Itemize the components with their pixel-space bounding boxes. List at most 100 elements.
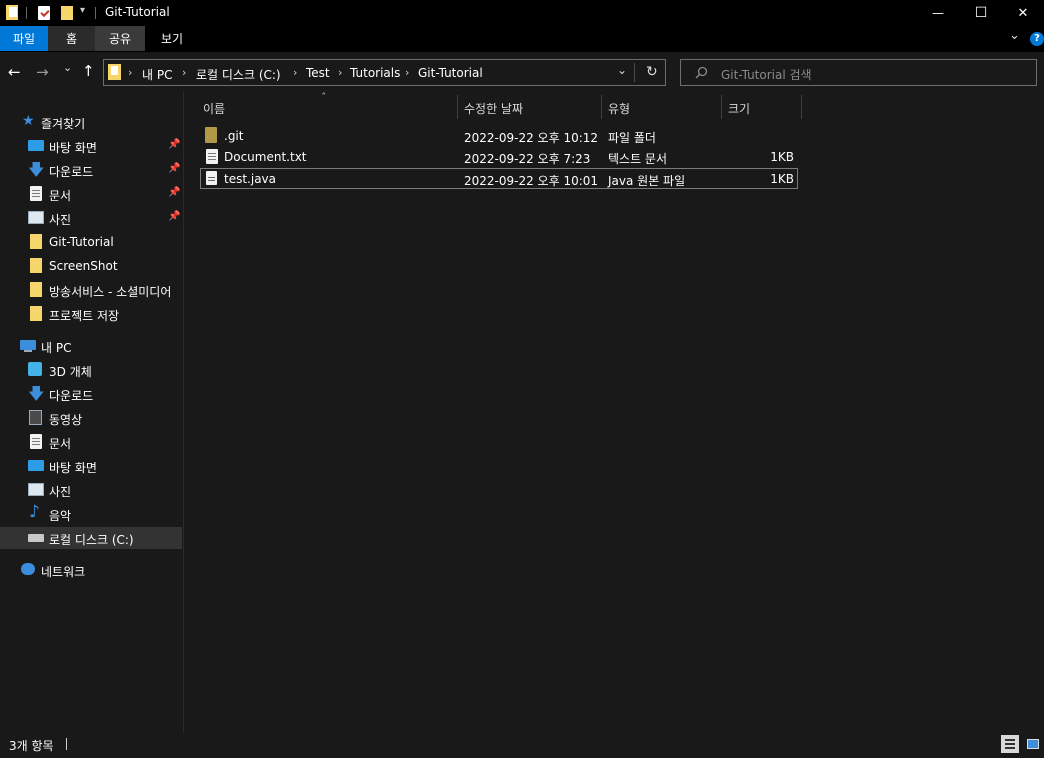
- column-divider[interactable]: [801, 95, 802, 119]
- help-icon[interactable]: ?: [1030, 32, 1044, 46]
- file-type: 텍스트 문서: [608, 152, 668, 166]
- item-count: 3개 항목: [9, 739, 54, 753]
- sidebar-item-downloads[interactable]: 🡇 다운로드 📌: [0, 159, 182, 181]
- minimize-button[interactable]: —: [915, 0, 961, 26]
- sidebar-item-music[interactable]: ♪ 음악: [0, 503, 182, 525]
- breadcrumb-separator: ›: [293, 66, 298, 79]
- close-button[interactable]: ✕: [1002, 0, 1044, 26]
- sidebar-item-label: 로컬 디스크 (C:): [49, 533, 134, 547]
- pin-icon[interactable]: 📌: [168, 139, 180, 150]
- sidebar-item-label: ScreenShot: [49, 259, 118, 273]
- minimize-icon: —: [932, 6, 944, 20]
- location-folder-icon: [108, 64, 121, 80]
- tab-file[interactable]: 파일: [0, 26, 48, 51]
- breadcrumb-local-disk[interactable]: 로컬 디스크 (C:): [196, 66, 281, 83]
- pin-icon[interactable]: 📌: [168, 163, 180, 174]
- sidebar-item-screenshot[interactable]: ScreenShot: [0, 255, 182, 277]
- refresh-icon[interactable]: ↻: [646, 64, 658, 80]
- pictures-icon: [28, 483, 44, 496]
- sidebar-item-pictures-pc[interactable]: 사진: [0, 479, 182, 501]
- customize-toolbar-icon[interactable]: ▾: [80, 5, 85, 16]
- properties-icon[interactable]: [38, 5, 51, 21]
- tab-share[interactable]: 공유: [95, 26, 145, 51]
- breadcrumb-this-pc[interactable]: 내 PC: [142, 66, 172, 83]
- address-dropdown-icon[interactable]: ⌄: [617, 63, 627, 77]
- music-icon: ♪: [29, 502, 40, 522]
- recent-locations-button[interactable]: ⌄: [63, 61, 72, 74]
- sidebar-item-label: Git-Tutorial: [49, 235, 114, 249]
- sidebar-item-pictures[interactable]: 사진 📌: [0, 207, 182, 229]
- close-icon: ✕: [1017, 5, 1029, 21]
- breadcrumb-separator: ›: [182, 66, 187, 79]
- sidebar-this-pc[interactable]: 내 PC: [0, 335, 182, 357]
- sidebar-item-broadcast-social-media[interactable]: 방송서비스 - 소셜미디어: [0, 279, 182, 301]
- sidebar-item-label: 음악: [49, 509, 72, 523]
- new-folder-icon[interactable]: [61, 5, 74, 21]
- back-button[interactable]: ←: [8, 63, 21, 81]
- toolbar-divider: [95, 7, 96, 19]
- file-row[interactable]: Document.txt 2022-09-22 오후 7:23 텍스트 문서 1…: [200, 146, 798, 167]
- ribbon-collapse-icon[interactable]: ⌄: [1009, 28, 1020, 43]
- breadcrumb-tutorials[interactable]: Tutorials: [350, 66, 400, 80]
- sidebar-network-label: 네트워크: [41, 565, 86, 579]
- sidebar-item-local-disk[interactable]: 로컬 디스크 (C:): [0, 527, 182, 549]
- sidebar-item-downloads-pc[interactable]: 🡇 다운로드: [0, 383, 182, 405]
- download-icon: 🡇: [28, 160, 45, 179]
- sidebar-item-desktop[interactable]: 바탕 화면 📌: [0, 135, 182, 157]
- download-icon: 🡇: [28, 384, 45, 403]
- forward-button[interactable]: →: [36, 63, 49, 81]
- details-view-button[interactable]: [1001, 735, 1019, 753]
- address-divider: [634, 63, 635, 82]
- file-size: 1KB: [770, 150, 794, 164]
- pin-icon[interactable]: 📌: [168, 211, 180, 222]
- breadcrumb-separator: ›: [338, 66, 343, 79]
- column-header-label: 수정한 날짜: [464, 102, 524, 116]
- search-box[interactable]: Git-Tutorial 검색: [680, 59, 1037, 86]
- breadcrumb-git-tutorial[interactable]: Git-Tutorial: [418, 66, 483, 80]
- sidebar-quick-access-label: 즐겨찾기: [41, 117, 86, 131]
- sidebar-item-documents[interactable]: 문서 📌: [0, 183, 182, 205]
- file-row[interactable]: test.java 2022-09-22 오후 10:01 Java 원본 파일…: [200, 168, 798, 189]
- computer-stand: [24, 350, 32, 352]
- address-bar[interactable]: › 내 PC › 로컬 디스크 (C:) › Test › Tutorials …: [103, 59, 666, 86]
- network-icon: [21, 563, 35, 575]
- column-header-date-modified[interactable]: 수정한 날짜: [458, 92, 601, 120]
- sidebar-item-label: 사진: [49, 213, 72, 227]
- tab-view[interactable]: 보기: [145, 26, 199, 51]
- sidebar-item-3d-objects[interactable]: 3D 개체: [0, 359, 182, 381]
- desktop-icon: [28, 140, 44, 151]
- file-name: .git: [224, 129, 244, 143]
- column-header-type[interactable]: 유형: [602, 92, 721, 120]
- status-divider: [66, 738, 67, 750]
- sidebar-quick-access[interactable]: ★ 즐겨찾기: [0, 111, 182, 133]
- file-size: 1KB: [770, 172, 794, 186]
- up-button[interactable]: ↑: [82, 62, 95, 80]
- large-icons-view-button[interactable]: [1024, 735, 1042, 753]
- sidebar-item-git-tutorial[interactable]: Git-Tutorial: [0, 231, 182, 253]
- sidebar-item-project-save[interactable]: 프로젝트 저장: [0, 303, 182, 325]
- tab-home[interactable]: 홈: [48, 26, 95, 51]
- explorer-app-icon[interactable]: [6, 5, 19, 21]
- column-header-size[interactable]: 크기: [722, 92, 801, 120]
- sidebar-item-documents-pc[interactable]: 문서: [0, 431, 182, 453]
- java-file-icon: [206, 171, 217, 185]
- sidebar-network[interactable]: 네트워크: [0, 559, 182, 581]
- sidebar-item-videos[interactable]: 동영상: [0, 407, 182, 429]
- file-type: Java 원본 파일: [608, 174, 686, 188]
- large-icons-view-icon: [1027, 739, 1039, 749]
- breadcrumb-test[interactable]: Test: [306, 66, 330, 80]
- maximize-icon: ☐: [974, 5, 988, 21]
- column-header-name[interactable]: 이름: [197, 92, 457, 120]
- computer-icon: [20, 340, 36, 350]
- maximize-button[interactable]: ☐: [958, 0, 1004, 26]
- video-icon: [29, 410, 42, 425]
- sidebar-item-label: 프로젝트 저장: [49, 309, 120, 323]
- pin-icon[interactable]: 📌: [168, 187, 180, 198]
- file-row[interactable]: .git 2022-09-22 오후 10:12 파일 폴더: [200, 125, 798, 146]
- sidebar-item-label: 다운로드: [49, 389, 94, 403]
- column-header-label: 크기: [728, 102, 751, 116]
- sidebar-item-desktop-pc[interactable]: 바탕 화면: [0, 455, 182, 477]
- title-bar: ▾ Git-Tutorial — ☐ ✕: [0, 0, 1044, 26]
- folder-icon: [205, 127, 217, 143]
- file-list: ˆ 이름 수정한 날짜 유형 크기 .git 2022-09-22 오후 10:…: [184, 91, 1044, 732]
